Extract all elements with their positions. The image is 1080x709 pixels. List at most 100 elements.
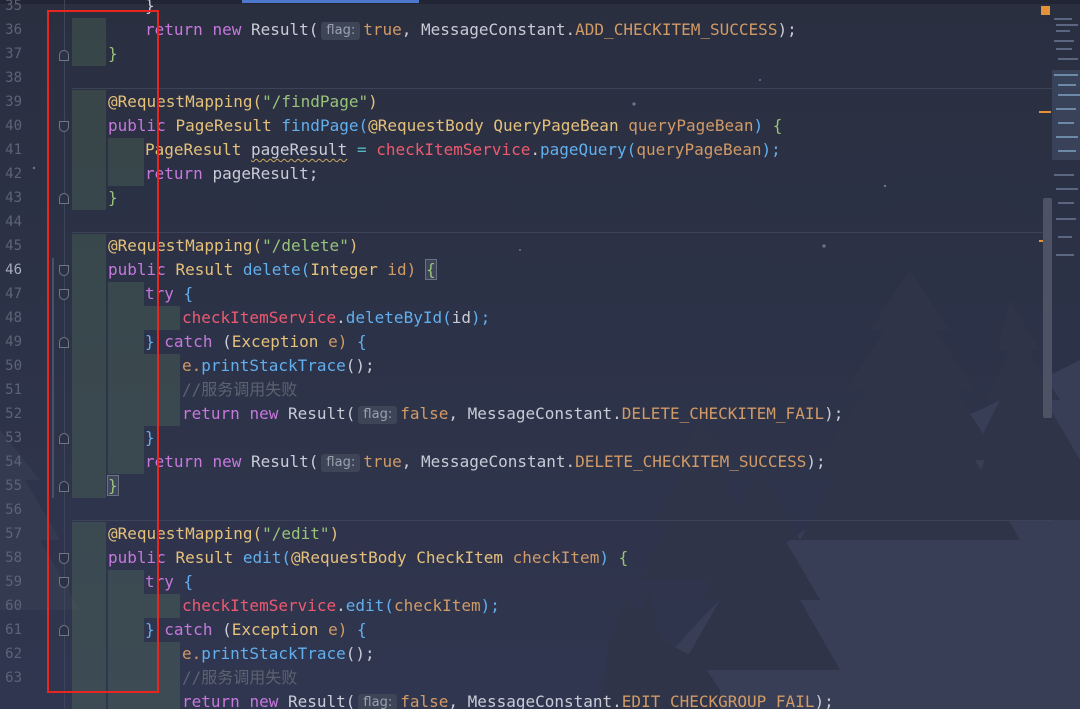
argument: id (451, 308, 471, 327)
minimap-line (1054, 74, 1078, 76)
annotation: @RequestBody (291, 548, 407, 567)
code-line-42[interactable]: return pageResult; (145, 162, 318, 186)
operator: = (356, 140, 367, 159)
punct: ( (222, 332, 232, 351)
field: checkItemService (182, 596, 337, 615)
keyword: return (182, 404, 240, 423)
type-name: Result( (287, 404, 356, 423)
minimap-line (1058, 94, 1080, 96)
minimap-line (1054, 174, 1074, 176)
punct: ); (777, 20, 797, 39)
matched-brace: { (424, 259, 437, 280)
keyword: new (249, 692, 279, 709)
keyword: new (212, 452, 242, 471)
separator: , (401, 452, 412, 471)
class-ref: MessageConstant. (467, 404, 622, 423)
punct: ) (348, 236, 359, 255)
keyword: catch (164, 620, 213, 639)
minimap-line (1058, 84, 1076, 86)
minimap-line (1056, 108, 1076, 110)
code-line-51[interactable]: //服务调用失败 (182, 378, 297, 402)
separator: , (401, 20, 412, 39)
parameter: e) (328, 332, 348, 351)
variable: e. (182, 356, 202, 375)
minimap-line (1054, 40, 1074, 42)
minimap-line (1056, 254, 1074, 256)
type-name: Result (175, 548, 234, 567)
type-name: Exception (231, 332, 319, 351)
brace: { (618, 548, 629, 567)
code-line-48[interactable]: checkItemService.deleteById(id); (182, 306, 490, 330)
parameter-hint: flag: (358, 694, 398, 709)
constant: DELETE_CHECKITEM_FAIL (621, 404, 825, 423)
code-line-62[interactable]: e.printStackTrace(); (182, 642, 375, 666)
annotation: @RequestBody (368, 116, 484, 135)
code-line-40[interactable]: public PageResult findPage(@RequestBody … (108, 114, 782, 138)
method-name: edit( (345, 596, 394, 615)
type-name: Integer (310, 260, 378, 279)
constant: EDIT_CHECKGROUP_FAIL (621, 692, 815, 709)
selection-highlight-box (47, 10, 159, 693)
punct: ); (824, 404, 844, 423)
punct: ); (806, 452, 826, 471)
punct: ) (368, 92, 378, 111)
method-name: delete( (242, 260, 311, 279)
field: checkItemService (376, 140, 531, 159)
punct: ); (761, 140, 781, 159)
method-name: pageQuery( (539, 140, 637, 159)
punct: . (530, 140, 540, 159)
separator: , (448, 404, 459, 423)
vertical-scrollbar-thumb[interactable] (1043, 198, 1052, 418)
warning-status-icon[interactable] (1041, 6, 1050, 15)
string-literal: "/edit" (262, 524, 330, 543)
code-minimap[interactable] (1052, 4, 1080, 274)
separator: , (448, 692, 459, 709)
code-editor[interactable]: 35 36 37 38 39 40 41 42 43 44 45 46 47 4… (0, 0, 1080, 709)
parameter-hint: flag: (321, 22, 361, 40)
parameter: checkItem (512, 548, 600, 567)
code-line-50[interactable]: e.printStackTrace(); (182, 354, 375, 378)
punct: (); (345, 356, 375, 375)
boolean-literal: true (363, 20, 402, 39)
variable-warning: pageResult (250, 140, 348, 159)
minimap-line (1058, 236, 1072, 238)
string-literal: "/delete" (262, 236, 349, 255)
minimap-line (1058, 202, 1074, 204)
code-line-52[interactable]: return new Result(flag: false, MessageCon… (182, 402, 843, 426)
code-line-60[interactable]: checkItemService.edit(checkItem); (182, 594, 500, 618)
parameter-hint: flag: (321, 454, 361, 472)
type-name: Exception (231, 620, 319, 639)
code-line-63[interactable]: //服务调用失败 (182, 666, 297, 690)
code-line-58[interactable]: public Result edit(@RequestBody CheckIte… (108, 546, 628, 570)
class-ref: MessageConstant. (421, 20, 576, 39)
argument: queryPageBean (636, 140, 762, 159)
class-ref: MessageConstant. (421, 452, 576, 471)
warning-marker[interactable] (1039, 111, 1051, 113)
brace: { (183, 572, 194, 591)
code-line-49[interactable]: } catch (Exception e) { (145, 330, 367, 354)
minimap-line (1058, 122, 1074, 124)
variable: e. (182, 644, 202, 663)
type-name: QueryPageBean (493, 116, 619, 135)
code-line-54[interactable]: return new Result(flag: true, MessageCons… (145, 450, 826, 474)
brace: { (356, 332, 367, 351)
type-name: Result( (250, 20, 319, 39)
parameter: id) (387, 260, 417, 279)
comment: //服务调用失败 (182, 380, 298, 399)
argument: checkItem (393, 596, 481, 615)
code-line-36[interactable]: return new Result(flag: true, MessageCons… (145, 18, 797, 42)
class-ref: MessageConstant. (467, 692, 622, 709)
minimap-line (1058, 58, 1078, 60)
constant: ADD_CHECKITEM_SUCCESS (575, 20, 778, 39)
punct: ) (753, 116, 764, 135)
minimap-line (1058, 150, 1076, 152)
punct: ); (814, 692, 834, 709)
code-line-64[interactable]: return new Result(flag: false, MessageCon… (182, 690, 834, 709)
type-name: PageResult (145, 140, 242, 159)
code-line-61[interactable]: } catch (Exception e) { (145, 618, 367, 642)
minimap-line (1056, 218, 1076, 220)
punct: (); (345, 644, 375, 663)
boolean-literal: false (400, 404, 449, 423)
minimap-line (1056, 48, 1072, 50)
code-line-41[interactable]: PageResult pageResult = checkItemService… (145, 138, 781, 162)
